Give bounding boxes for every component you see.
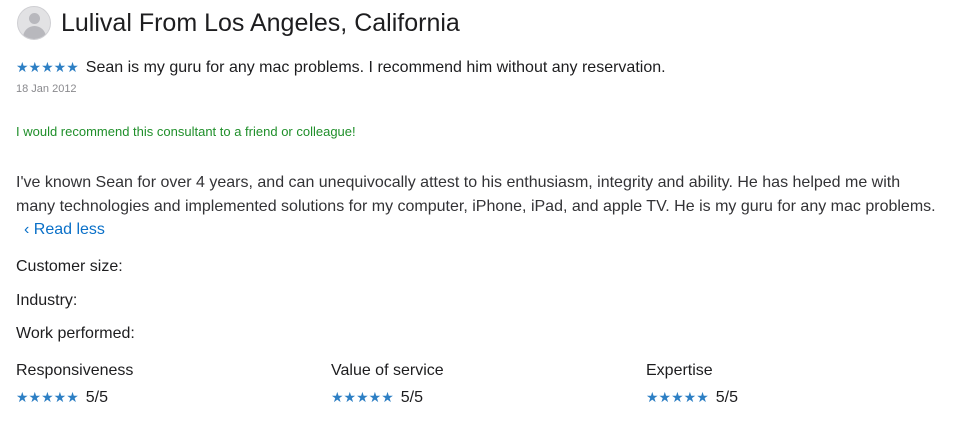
rating-score: 5/5 [85,389,109,406]
rating-value-of-service: Value of service ★★★★★ 5/5 [331,362,444,407]
customer-size-label: Customer size: [16,258,123,275]
industry-label: Industry: [16,292,78,309]
review-title-row: ★★★★★ Sean is my guru for any mac proble… [16,59,666,77]
work-performed-label: Work performed: [16,325,135,342]
review-header: Lulival From Los Angeles, California [17,6,460,40]
read-less-link[interactable]: ‹ Read less [24,221,105,238]
review-star-rating: ★★★★★ [16,60,79,76]
rating-stars: ★★★★★ [331,390,394,406]
rating-stars: ★★★★★ [16,390,79,406]
rating-label: Expertise [646,362,713,379]
user-avatar-icon [17,6,51,40]
rating-score: 5/5 [715,389,739,406]
rating-responsiveness: Responsiveness ★★★★★ 5/5 [16,362,133,407]
rating-label: Value of service [331,362,444,379]
review-body-text: I've known Sean for over 4 years, and ca… [16,174,936,215]
reviewer-name: Lulival From Los Angeles, California [61,9,460,37]
rating-stars: ★★★★★ [646,390,709,406]
recommendation-text: I would recommend this consultant to a f… [16,124,356,139]
review-title: Sean is my guru for any mac problems. I … [85,59,666,76]
rating-expertise: Expertise ★★★★★ 5/5 [646,362,738,407]
rating-score: 5/5 [400,389,424,406]
review-date: 18 Jan 2012 [16,83,77,95]
rating-label: Responsiveness [16,362,134,379]
review-body: I've known Sean for over 4 years, and ca… [16,171,936,242]
